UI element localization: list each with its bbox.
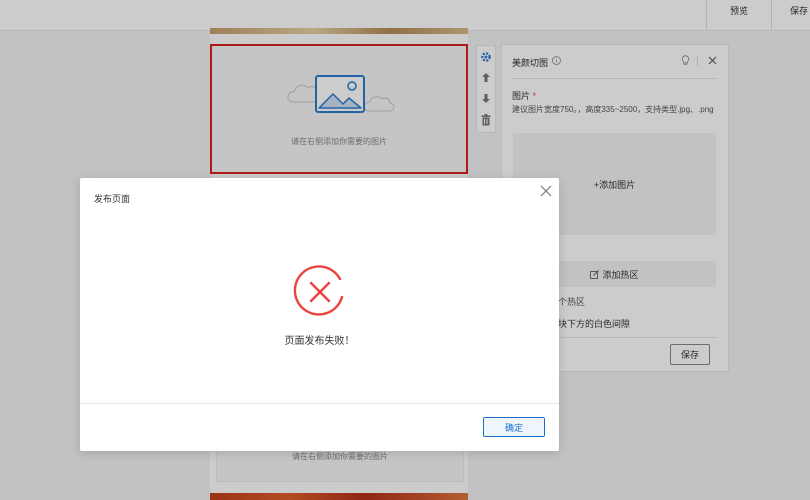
confirm-button[interactable]: 确定 [483,417,545,437]
publish-dialog: 发布页面 页面发布失败！ 确定 [80,178,559,451]
dialog-message: 页面发布失败！ [284,336,355,347]
close-icon[interactable] [539,184,553,198]
dialog-footer-divider [80,403,559,404]
dialog-title: 发布页面 [94,194,131,204]
error-x-icon [293,265,344,316]
